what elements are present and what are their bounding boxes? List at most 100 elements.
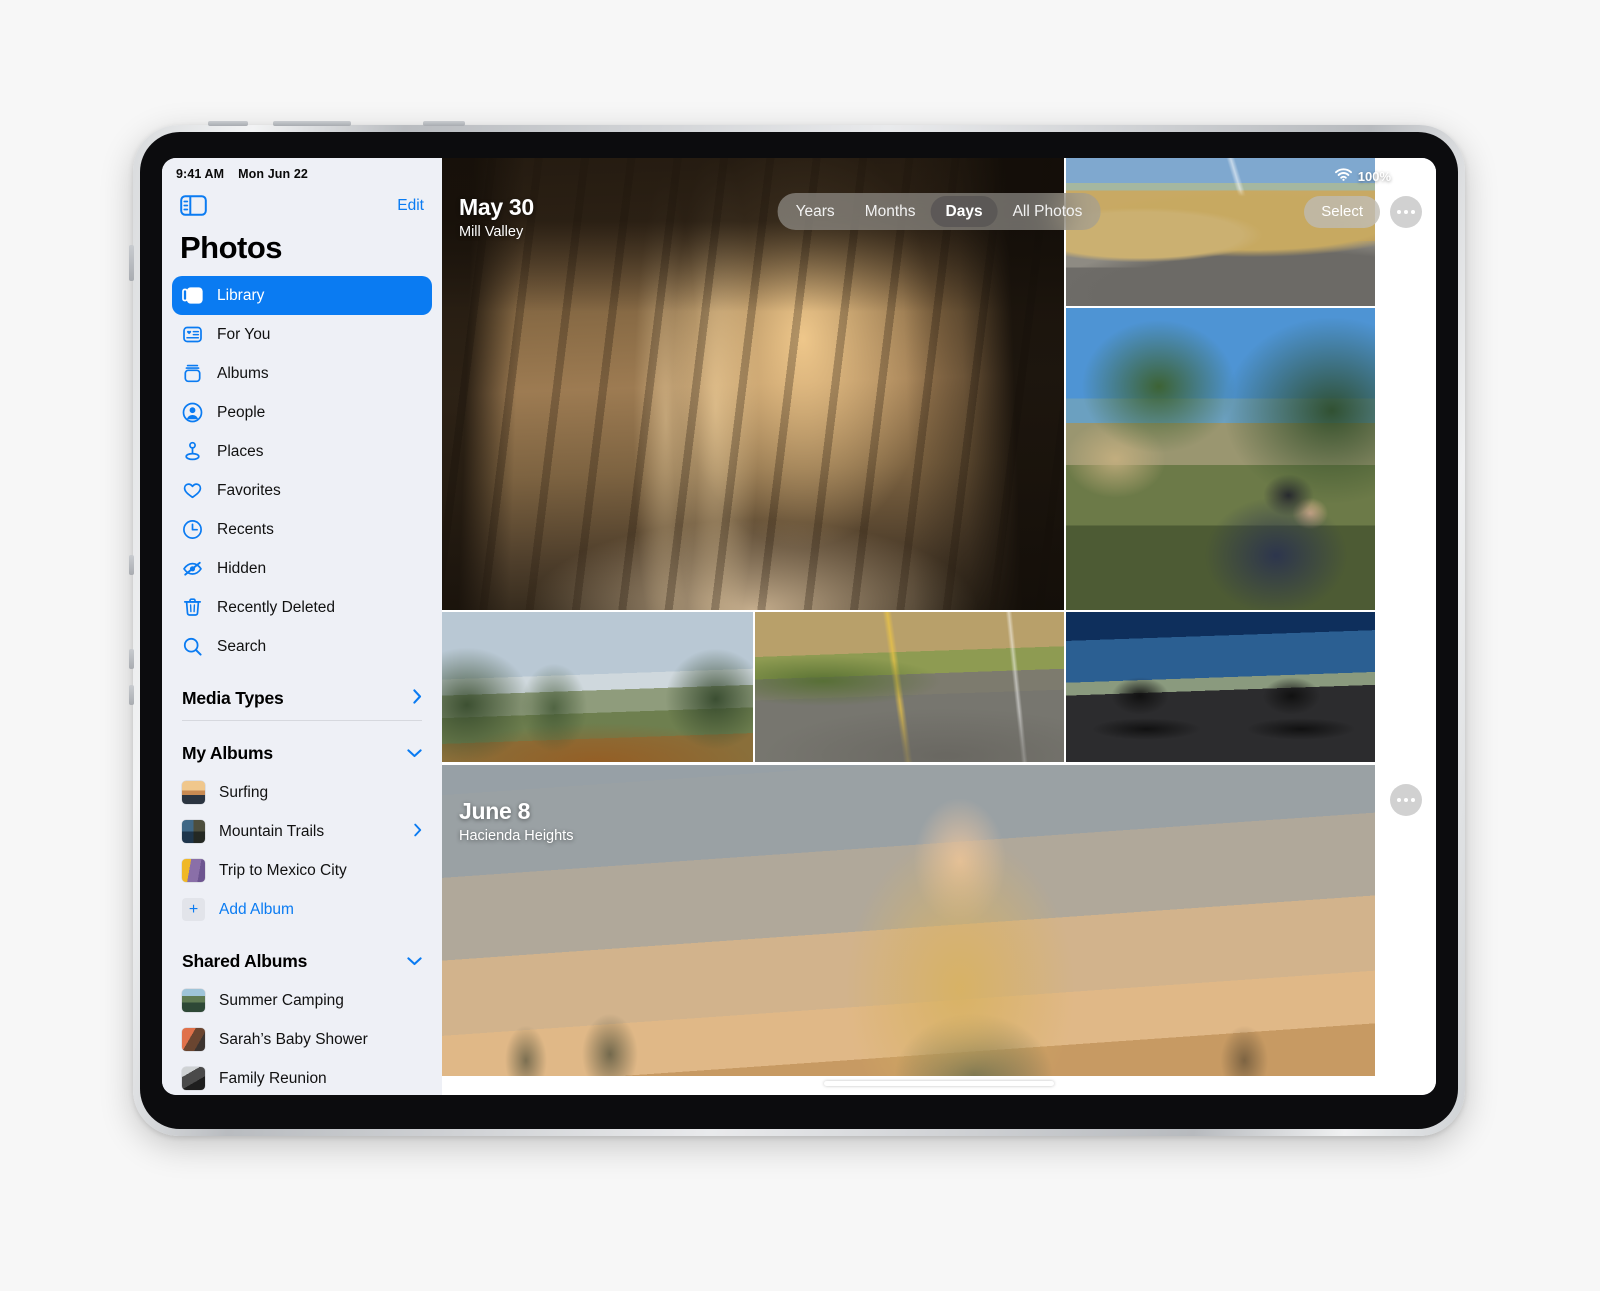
album-thumbnail <box>182 859 205 882</box>
foggy-ridge-trees-photo[interactable] <box>442 612 753 762</box>
ipad-screen: 9:41 AM Mon Jun 22 Edit Photos Library F… <box>162 158 1436 1095</box>
sidebar-item-label: Albums <box>217 364 269 382</box>
sidebar-item-for-you[interactable]: For You <box>172 315 432 354</box>
photo-artwork <box>1066 612 1375 762</box>
segment-days[interactable]: Days <box>930 196 998 227</box>
search-icon <box>182 636 203 657</box>
segment-years[interactable]: Years <box>781 196 850 227</box>
device-bezel: 9:41 AM Mon Jun 22 Edit Photos Library F… <box>140 132 1458 1129</box>
grid-toolbar: Select <box>1304 196 1422 228</box>
segment-all-photos[interactable]: All Photos <box>998 196 1098 227</box>
sidebar-item-label: People <box>217 403 266 421</box>
album-label: Sarah’s Baby Shower <box>219 1030 368 1048</box>
album-label: Surfing <box>219 783 269 801</box>
winding-road-cyclists-photo[interactable] <box>755 612 1064 762</box>
sidebar-item-label: Hidden <box>217 559 267 577</box>
shared-album-item-summer-camping[interactable]: Summer Camping <box>162 981 442 1020</box>
album-item-surfing[interactable]: Surfing <box>162 773 442 812</box>
hillside-curve-cyclists-photo[interactable] <box>1066 158 1375 306</box>
ellipsis-icon[interactable] <box>1390 784 1422 816</box>
section-title: Media Types <box>182 687 284 708</box>
wifi-icon <box>1334 168 1352 184</box>
sidebar-nav-list: Library For You Albums People Places Fav… <box>162 276 442 666</box>
day-group-more-button-june-8 <box>1390 784 1422 816</box>
album-item-mountain-trails[interactable]: Mountain Trails <box>162 812 442 851</box>
chevron-right-icon[interactable] <box>414 823 422 841</box>
section-title: My Albums <box>182 742 273 763</box>
device-side-connector <box>129 685 134 705</box>
battery-percent-label: 100% <box>1357 168 1391 184</box>
eye-slash-icon <box>182 558 203 579</box>
battery-icon <box>1397 170 1425 182</box>
photo-artwork <box>755 612 1064 762</box>
add-album-button[interactable]: + Add Album <box>162 890 442 929</box>
sidebar-item-recents[interactable]: Recents <box>172 510 432 549</box>
status-bar-date: Mon Jun 22 <box>238 167 308 181</box>
album-label: Family Reunion <box>219 1069 327 1087</box>
sidebar-item-label: Search <box>217 637 267 655</box>
albums-icon <box>182 363 203 384</box>
device-left-antenna-line <box>129 245 134 281</box>
chevron-right-icon[interactable] <box>413 688 422 708</box>
sidebar-item-favorites[interactable]: Favorites <box>172 471 432 510</box>
album-thumbnail <box>182 1067 205 1090</box>
sidebar-item-label: Favorites <box>217 481 281 499</box>
ipad-device: 9:41 AM Mon Jun 22 Edit Photos Library F… <box>129 121 1465 1136</box>
sidebar-item-places[interactable]: Places <box>172 432 432 471</box>
sidebar-section-shared-albums[interactable]: Shared Albums <box>162 941 442 981</box>
ellipsis-icon[interactable] <box>1390 196 1422 228</box>
sidebar-toggle-icon[interactable] <box>180 195 207 216</box>
woman-sunset-portrait-photo[interactable] <box>442 765 1375 1076</box>
sidebar-item-label: Library <box>217 286 265 304</box>
status-bar-left: 9:41 AM Mon Jun 22 <box>162 158 442 181</box>
album-thumbnail <box>182 781 205 804</box>
sidebar-item-albums[interactable]: Albums <box>172 354 432 393</box>
timeline-segmented-control[interactable]: Years Months Days All Photos <box>777 193 1101 230</box>
photo-artwork <box>442 765 1375 1076</box>
album-item-trip-to-mexico-city[interactable]: Trip to Mexico City <box>162 851 442 890</box>
for-you-icon <box>182 324 203 345</box>
photo-stack-icon <box>182 285 203 306</box>
photo-artwork <box>1066 308 1375 610</box>
edit-button[interactable]: Edit <box>397 197 424 215</box>
chevron-down-icon[interactable] <box>407 745 422 762</box>
select-button[interactable]: Select <box>1304 196 1380 228</box>
sidebar-section-my-albums[interactable]: My Albums <box>162 733 442 773</box>
sidebar-section-media-types[interactable]: Media Types <box>162 678 442 718</box>
sidebar-item-search[interactable]: Search <box>172 627 432 666</box>
clock-icon <box>182 519 203 540</box>
section-title: Shared Albums <box>182 950 308 971</box>
home-indicator[interactable] <box>824 1081 1054 1086</box>
sidebar-item-hidden[interactable]: Hidden <box>172 549 432 588</box>
album-label: Summer Camping <box>219 991 344 1009</box>
add-album-label: Add Album <box>219 900 294 918</box>
photo-artwork <box>1066 158 1375 306</box>
album-label: Trip to Mexico City <box>219 861 347 879</box>
segment-months[interactable]: Months <box>850 196 931 227</box>
sidebar-item-library[interactable]: Library <box>172 276 432 315</box>
sidebar-top-row: Edit <box>162 181 442 216</box>
album-label: Mountain Trails <box>219 822 325 840</box>
sidebar-item-label: Recently Deleted <box>217 598 336 616</box>
device-volume-up-button[interactable] <box>129 555 134 575</box>
album-thumbnail <box>182 820 205 843</box>
cyclist-portrait-photo[interactable] <box>1066 308 1375 610</box>
sidebar-item-recently-deleted[interactable]: Recently Deleted <box>172 588 432 627</box>
shared-album-item-family-reunion[interactable]: Family Reunion <box>162 1059 442 1095</box>
device-power-button[interactable] <box>273 121 351 126</box>
status-bar-right: 100% <box>1334 168 1425 184</box>
sidebar-item-label: For You <box>217 325 271 343</box>
person-circle-icon <box>182 402 203 423</box>
device-top-antenna-line-2 <box>423 121 465 126</box>
trash-icon <box>182 597 203 618</box>
device-top-antenna-line <box>208 121 248 126</box>
sidebar-item-people[interactable]: People <box>172 393 432 432</box>
shared-album-item-sarahs-baby-shower[interactable]: Sarah’s Baby Shower <box>162 1020 442 1059</box>
silhouette-cyclists-sunset-photo[interactable] <box>1066 612 1375 762</box>
plus-icon: + <box>182 898 205 921</box>
chevron-down-icon[interactable] <box>407 953 422 970</box>
page-title: Photos <box>180 230 283 265</box>
map-pin-icon <box>182 441 203 462</box>
sidebar-item-label: Places <box>217 442 264 460</box>
device-volume-down-button[interactable] <box>129 649 134 669</box>
